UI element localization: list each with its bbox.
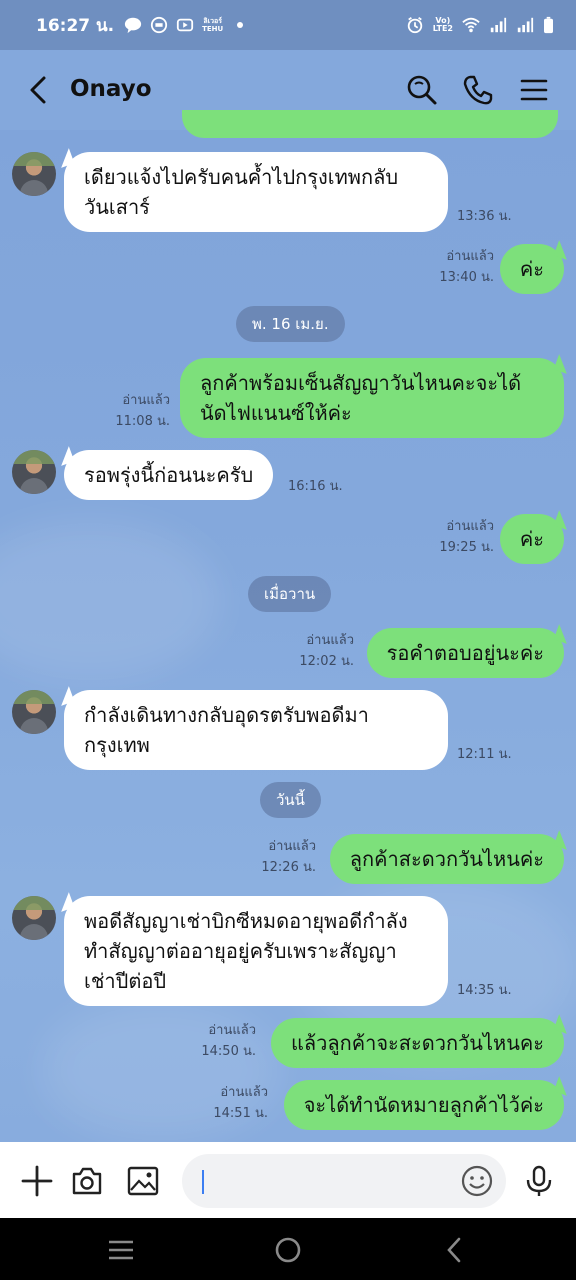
contact-avatar[interactable] [12,690,56,734]
message-meta: อ่านแล้ว 11:08 น. [115,390,170,432]
message-time: 13:40 น. [439,270,494,285]
message-bubble-outgoing[interactable]: ค่ะ [499,244,564,294]
volte-indicator: Vo) LTE2 [432,16,453,33]
chat-bubble-icon [125,17,142,34]
message-time: 19:25 น. [439,540,494,555]
message-time: 12:11 น. [457,747,512,762]
message-time: 13:36 น. [457,209,512,224]
message-bubble-incoming[interactable]: พอดีสัญญาเช่าบิกซีหมดอายุพอดีกำลัง ทำสัญ… [64,896,448,1006]
message-text: กำลังเดินทางกลับอุดรตรับพอดีมา [84,703,369,727]
camera-icon[interactable] [70,1164,104,1198]
system-nav-bar [0,1218,576,1280]
message-bubble-outgoing[interactable]: ลูกค้าพร้อมเซ็นสัญญาวันไหนคะจะได้ นัดไฟแ… [180,358,564,438]
message-text: รอคำตอบอยู่นะค่ะ [386,641,544,665]
recent-apps-icon[interactable] [106,1235,136,1265]
home-icon[interactable] [273,1235,303,1265]
signal-icon-2 [517,17,534,33]
image-icon[interactable] [126,1164,160,1198]
text-cursor [202,1170,204,1194]
message-text: ลูกค้าพร้อมเซ็นสัญญาวันไหนคะจะได้ [200,371,522,395]
message-meta: อ่านแล้ว 19:25 น. [439,516,494,558]
read-receipt: อ่านแล้ว [122,393,170,408]
status-bar: 16:27 น. ลิเวอร์ TEHU Vo) LTE2 [0,0,576,50]
date-separator: วันนี้ [260,782,321,818]
menu-icon[interactable] [518,74,550,106]
back-icon[interactable] [26,74,52,106]
partial-outgoing-bubble [182,110,558,138]
chat-messages[interactable]: เดียวแจ้งไปครับคนค้ำไปกรุงเทพกลับ วันเสา… [0,110,576,1142]
signal-icon [490,17,507,33]
read-receipt: อ่านแล้ว [208,1023,256,1038]
message-text: ค่ะ [519,527,544,551]
message-time: 11:08 น. [115,414,170,429]
status-time: 16:27 น. [36,15,115,36]
message-time: 14:50 น. [201,1044,256,1059]
emoji-icon[interactable] [460,1164,494,1198]
phone-icon[interactable] [462,74,494,106]
message-text: ค่ะ [519,257,544,281]
message-bubble-outgoing[interactable]: รอคำตอบอยู่นะค่ะ [366,628,564,678]
back-nav-icon[interactable] [440,1235,470,1265]
message-text: พอดีสัญญาเช่าบิกซีหมดอายุพอดีกำลัง [84,909,408,933]
message-time: 14:35 น. [457,983,512,998]
message-text: กรุงเทพ [84,733,150,757]
read-receipt: อ่านแล้ว [306,633,354,648]
contact-avatar[interactable] [12,152,56,196]
message-meta: อ่านแล้ว 12:26 น. [261,836,316,878]
plus-icon[interactable] [20,1164,54,1198]
message-text: ลูกค้าสะดวกวันไหนค่ะ [349,847,544,871]
message-bubble-outgoing[interactable]: แล้วลูกค้าจะสะดวกวันไหนคะ [270,1018,564,1068]
message-time: 12:02 น. [299,654,354,669]
line-app-icon [151,16,168,34]
message-bubble-outgoing[interactable]: จะได้ทำนัดหมายลูกค้าไว้ค่ะ [283,1080,564,1130]
message-text: เช่าปีต่อปี [84,969,167,993]
mic-icon[interactable] [522,1164,556,1198]
message-bubble-incoming[interactable]: กำลังเดินทางกลับอุดรตรับพอดีมา กรุงเทพ [64,690,448,770]
message-text: เดียวแจ้งไปครับคนค้ำไปกรุงเทพกลับ [84,165,399,189]
message-bubble-incoming[interactable]: เดียวแจ้งไปครับคนค้ำไปกรุงเทพกลับ วันเสา… [64,152,448,232]
search-icon[interactable] [406,74,438,106]
read-receipt: อ่านแล้ว [220,1085,268,1100]
message-input-bar [0,1142,576,1218]
line-chat-screen: 16:27 น. ลิเวอร์ TEHU Vo) LTE2 Onayo เดี… [0,0,576,1280]
youtube-icon [177,18,194,32]
message-bubble-outgoing[interactable]: ลูกค้าสะดวกวันไหนค่ะ [329,834,564,884]
message-input[interactable] [182,1154,506,1208]
message-bubble-incoming[interactable]: รอพรุ่งนี้ก่อนนะครับ [64,450,274,500]
message-text: ทำสัญญาต่ออายุอยู่ครับเพราะสัญญา [84,939,397,963]
wifi-icon [462,17,480,33]
chat-title: Onayo [70,76,152,102]
message-time: 12:26 น. [261,860,316,875]
message-text: รอพรุ่งนี้ก่อนนะครับ [84,463,254,487]
message-meta: อ่านแล้ว 14:51 น. [213,1082,268,1124]
contact-avatar[interactable] [12,896,56,940]
read-receipt: อ่านแล้ว [446,249,494,264]
message-text: แล้วลูกค้าจะสะดวกวันไหนคะ [290,1031,544,1055]
carrier-app-icon: ลิเวอร์ TEHU [202,17,224,33]
read-receipt: อ่านแล้ว [268,839,316,854]
contact-avatar[interactable] [12,450,56,494]
date-separator: พ. 16 เม.ย. [236,306,345,342]
message-bubble-outgoing[interactable]: ค่ะ [499,514,564,564]
message-meta: อ่านแล้ว 13:40 น. [439,246,494,288]
message-text: จะได้ทำนัดหมายลูกค้าไว้ค่ะ [303,1093,544,1117]
message-time: 16:16 น. [288,479,343,494]
alarm-icon [407,17,422,34]
battery-icon [544,16,553,34]
notification-dot-icon [237,22,244,28]
message-time: 14:51 น. [213,1106,268,1121]
message-meta: อ่านแล้ว 14:50 น. [201,1020,256,1062]
message-text: นัดไฟแนนซ์ให้ค่ะ [200,401,352,425]
date-separator: เมื่อวาน [248,576,332,612]
message-meta: อ่านแล้ว 12:02 น. [299,630,354,672]
message-text: วันเสาร์ [84,195,150,219]
read-receipt: อ่านแล้ว [446,519,494,534]
